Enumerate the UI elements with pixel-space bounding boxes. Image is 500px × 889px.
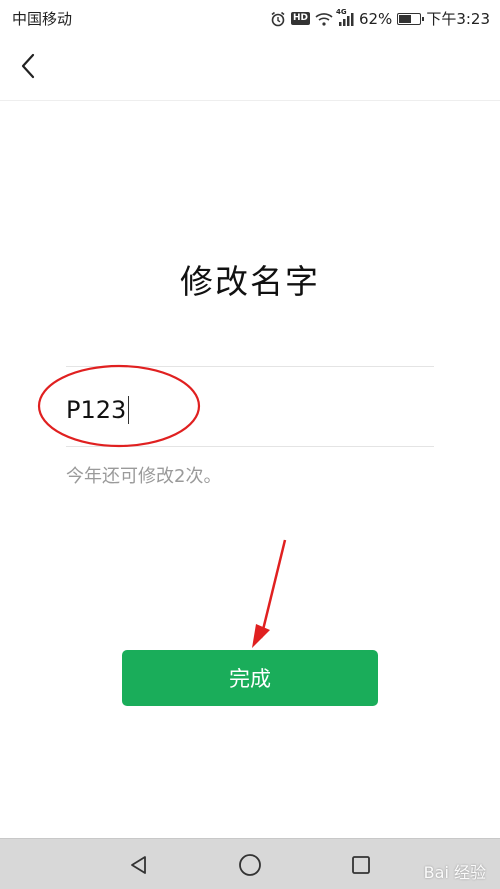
network-type-label: 4G xyxy=(335,7,347,16)
status-icons: HD 4G 62% 下午3:23 xyxy=(270,8,490,29)
battery-percent: 62% xyxy=(358,9,393,28)
annotation-arrow xyxy=(259,539,287,639)
system-navigation-bar: Bai 经验 xyxy=(0,838,500,889)
battery-icon xyxy=(397,12,425,25)
annotation-overlay xyxy=(37,364,287,648)
chevron-left-icon xyxy=(21,53,35,79)
baidu-watermark: Bai 经验 xyxy=(423,863,486,882)
name-input-value: P123 xyxy=(66,396,127,424)
system-recents-button[interactable] xyxy=(346,850,376,880)
page-title: 修改名字 xyxy=(180,262,320,301)
square-recents-icon xyxy=(352,856,370,874)
triangle-back-icon xyxy=(131,856,146,874)
remaining-changes-hint: 今年还可修改2次。 xyxy=(66,466,222,487)
done-button-label: 完成 xyxy=(229,667,271,691)
carrier-name: 中国移动 xyxy=(12,10,73,28)
status-bar: 中国移动 HD 4G 62% 下午3:23 xyxy=(0,0,500,34)
done-button[interactable]: 完成 xyxy=(122,650,378,706)
cellular-signal-icon: 4G xyxy=(336,8,354,26)
alarm-icon xyxy=(270,11,286,27)
system-back-button[interactable] xyxy=(124,850,154,880)
circle-home-icon xyxy=(239,854,261,876)
hd-icon: HD xyxy=(290,12,310,25)
input-divider-top xyxy=(66,366,434,367)
annotation-arrowhead xyxy=(252,624,270,648)
top-navigation-bar xyxy=(0,34,500,101)
battery-level-fill xyxy=(399,14,412,23)
name-input[interactable]: P123 xyxy=(66,388,434,432)
text-caret xyxy=(128,396,130,424)
system-home-button[interactable] xyxy=(235,850,265,880)
wifi-icon xyxy=(315,12,333,26)
input-divider-bottom xyxy=(66,446,434,447)
clock-time: 下午3:23 xyxy=(426,10,490,28)
back-button[interactable] xyxy=(10,48,46,84)
